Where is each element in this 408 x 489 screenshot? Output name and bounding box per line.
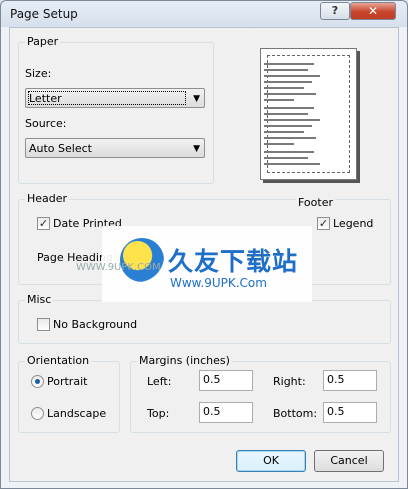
orientation-group: Orientation Portrait Landscape [18,354,120,433]
top-margin-label: Top: [147,407,170,420]
help-button[interactable]: ? [320,2,350,20]
chevron-down-icon: ▼ [193,94,200,104]
chevron-down-icon: ▼ [193,144,200,154]
checkmark-icon: ✓ [38,217,49,230]
close-icon: ✕ [367,4,379,18]
size-value: Letter [29,92,62,105]
left-margin-label: Left: [147,375,172,388]
radio-selected-dot [35,379,40,384]
watermark-url-faint: WWW.9UPK.COM [76,262,161,273]
source-label: Source: [25,117,67,130]
checkmark-icon: ✓ [318,217,329,230]
left-margin-input[interactable]: 0.5 [199,370,253,391]
misc-group-label: Misc [25,293,54,306]
source-dropdown[interactable]: Auto Select ▼ [25,138,205,158]
portrait-label[interactable]: Portrait [47,375,87,388]
size-label: Size: [25,67,52,80]
title-bar: Page Setup ? ✕ [1,1,407,27]
margins-group: Margins (inches) Left: 0.5 Right: 0.5 To… [130,354,391,433]
legend-checkbox[interactable]: ✓ [317,217,330,230]
size-dropdown[interactable]: Letter ▼ [25,88,205,108]
watermark: WWW.9UPK.COM 久友下载站 Www.9UPK.Com [76,226,312,302]
paper-group-label: Paper [25,35,61,48]
date-printed-checkbox[interactable]: ✓ [37,217,50,230]
ok-button[interactable]: OK [236,450,306,472]
no-background-checkbox[interactable] [37,318,50,331]
help-icon: ? [331,4,339,17]
top-margin-input[interactable]: 0.5 [199,402,253,423]
bottom-margin-input[interactable]: 0.5 [323,402,377,423]
right-margin-input[interactable]: 0.5 [323,370,377,391]
orientation-group-label: Orientation [25,354,92,367]
no-background-label[interactable]: No Background [53,318,137,331]
landscape-radio[interactable] [31,407,44,420]
source-value: Auto Select [29,142,92,155]
window-title: Page Setup [10,7,78,21]
landscape-label[interactable]: Landscape [47,407,106,420]
margins-group-label: Margins (inches) [137,354,232,367]
watermark-url: Www.9UPK.Com [170,276,267,290]
close-button[interactable]: ✕ [350,2,396,20]
cancel-button[interactable]: Cancel [314,450,384,472]
page-setup-dialog: Page Setup ? ✕ Paper Size: Letter ▼ Sour… [0,0,408,489]
watermark-text: 久友下载站 [168,247,299,276]
right-margin-label: Right: [273,375,306,388]
page-preview [260,48,357,180]
bottom-margin-label: Bottom: [273,407,318,420]
paper-group: Paper Size: Letter ▼ Source: Auto Select… [18,35,214,184]
dialog-body: Paper Size: Letter ▼ Source: Auto Select… [9,27,399,482]
header-group-label: Header [25,192,70,205]
watermark-logo-icon [120,238,164,282]
legend-label[interactable]: Legend [333,217,373,230]
misc-group: Misc No Background [18,293,391,344]
portrait-radio[interactable] [31,375,44,388]
footer-group-label: Footer [296,196,335,209]
